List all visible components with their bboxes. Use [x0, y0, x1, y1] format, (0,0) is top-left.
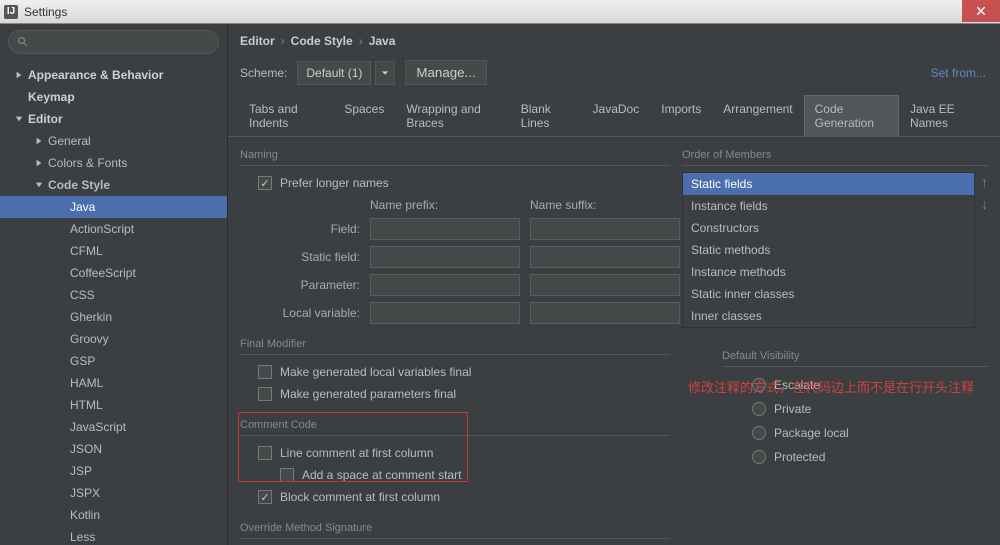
- app-icon: IJ: [4, 5, 18, 19]
- sidebar: Appearance & BehaviorKeymapEditorGeneral…: [0, 24, 228, 545]
- move-down-button[interactable]: ↓: [981, 196, 988, 212]
- sidebar-item-gsp[interactable]: GSP: [0, 350, 227, 372]
- set-from-link[interactable]: Set from...: [931, 66, 986, 80]
- sidebar-item-actionscript[interactable]: ActionScript: [0, 218, 227, 240]
- order-item[interactable]: Instance fields: [683, 195, 974, 217]
- suffix-input[interactable]: [530, 246, 680, 268]
- chevron-down-icon: [381, 69, 389, 77]
- sidebar-item-jsp[interactable]: JSP: [0, 460, 227, 482]
- tab-wrapping-and-braces[interactable]: Wrapping and Braces: [395, 95, 509, 136]
- prefix-input[interactable]: [370, 302, 520, 324]
- breadcrumb: Editor› Code Style› Java: [228, 24, 1000, 54]
- params-final-checkbox[interactable]: [258, 387, 272, 401]
- manage-button[interactable]: Manage...: [405, 60, 486, 85]
- visibility-radio[interactable]: [752, 402, 766, 416]
- settings-tree: Appearance & BehaviorKeymapEditorGeneral…: [0, 60, 227, 545]
- sidebar-item-jspx[interactable]: JSPX: [0, 482, 227, 504]
- tab-blank-lines[interactable]: Blank Lines: [510, 95, 582, 136]
- override-title: Override Method Signature: [240, 518, 670, 539]
- main-panel: Editor› Code Style› Java Scheme: Default…: [228, 24, 1000, 545]
- sidebar-item-java[interactable]: Java: [0, 196, 227, 218]
- tab-arrangement[interactable]: Arrangement: [712, 95, 803, 136]
- tab-tabs-and-indents[interactable]: Tabs and Indents: [238, 95, 333, 136]
- titlebar: IJ Settings ✕: [0, 0, 1000, 24]
- sidebar-item-css[interactable]: CSS: [0, 284, 227, 306]
- prefix-input[interactable]: [370, 274, 520, 296]
- tab-imports[interactable]: Imports: [650, 95, 712, 136]
- annotation-text: 修改注释的方式，在代码边上而不是在行开头注释: [688, 377, 974, 396]
- add-space-comment-checkbox[interactable]: [280, 468, 294, 482]
- prefer-longer-names-checkbox[interactable]: [258, 176, 272, 190]
- scheme-label: Scheme:: [240, 66, 287, 80]
- visibility-radio[interactable]: [752, 450, 766, 464]
- naming-title: Naming: [240, 145, 670, 166]
- order-item[interactable]: Inner classes: [683, 305, 974, 327]
- search-input[interactable]: [8, 30, 219, 54]
- sidebar-item-haml[interactable]: HAML: [0, 372, 227, 394]
- suffix-input[interactable]: [530, 302, 680, 324]
- local-vars-final-checkbox[interactable]: [258, 365, 272, 379]
- close-icon: ✕: [975, 3, 987, 20]
- suffix-input[interactable]: [530, 274, 680, 296]
- sidebar-item-gherkin[interactable]: Gherkin: [0, 306, 227, 328]
- tab-javadoc[interactable]: JavaDoc: [582, 95, 651, 136]
- order-item[interactable]: Static inner classes: [683, 283, 974, 305]
- sidebar-item-colors-fonts[interactable]: Colors & Fonts: [0, 152, 227, 174]
- order-item[interactable]: Instance methods: [683, 261, 974, 283]
- sidebar-item-groovy[interactable]: Groovy: [0, 328, 227, 350]
- sidebar-item-appearance-behavior[interactable]: Appearance & Behavior: [0, 64, 227, 86]
- scheme-dropdown-button[interactable]: [375, 61, 395, 85]
- suffix-input[interactable]: [530, 218, 680, 240]
- scheme-select[interactable]: Default (1): [297, 61, 371, 85]
- order-item[interactable]: Static methods: [683, 239, 974, 261]
- sidebar-item-cfml[interactable]: CFML: [0, 240, 227, 262]
- sidebar-item-javascript[interactable]: JavaScript: [0, 416, 227, 438]
- window-title: Settings: [24, 5, 67, 19]
- prefer-longer-names-label: Prefer longer names: [280, 176, 389, 190]
- tab-spaces[interactable]: Spaces: [333, 95, 395, 136]
- order-list[interactable]: Static fieldsInstance fieldsConstructors…: [682, 172, 975, 328]
- prefix-input[interactable]: [370, 218, 520, 240]
- order-item[interactable]: Static fields: [683, 173, 974, 195]
- order-item[interactable]: Constructors: [683, 217, 974, 239]
- sidebar-item-coffeescript[interactable]: CoffeeScript: [0, 262, 227, 284]
- sidebar-item-keymap[interactable]: Keymap: [0, 86, 227, 108]
- visibility-radio[interactable]: [752, 426, 766, 440]
- sidebar-item-code-style[interactable]: Code Style: [0, 174, 227, 196]
- move-up-button[interactable]: ↑: [981, 174, 988, 190]
- visibility-title: Default Visibility: [722, 346, 988, 367]
- sidebar-item-general[interactable]: General: [0, 130, 227, 152]
- tab-java-ee-names[interactable]: Java EE Names: [899, 95, 990, 136]
- sidebar-item-json[interactable]: JSON: [0, 438, 227, 460]
- comment-code-title: Comment Code: [240, 415, 670, 436]
- line-comment-first-col-checkbox[interactable]: [258, 446, 272, 460]
- block-comment-first-col-checkbox[interactable]: [258, 490, 272, 504]
- search-icon: [17, 36, 29, 48]
- tabs: Tabs and IndentsSpacesWrapping and Brace…: [228, 95, 1000, 137]
- final-modifier-title: Final Modifier: [240, 334, 670, 355]
- sidebar-item-editor[interactable]: Editor: [0, 108, 227, 130]
- sidebar-item-less[interactable]: Less: [0, 526, 227, 545]
- sidebar-item-kotlin[interactable]: Kotlin: [0, 504, 227, 526]
- close-button[interactable]: ✕: [962, 0, 1000, 22]
- tab-code-generation[interactable]: Code Generation: [804, 95, 899, 136]
- prefix-input[interactable]: [370, 246, 520, 268]
- sidebar-item-html[interactable]: HTML: [0, 394, 227, 416]
- order-title: Order of Members: [682, 145, 988, 166]
